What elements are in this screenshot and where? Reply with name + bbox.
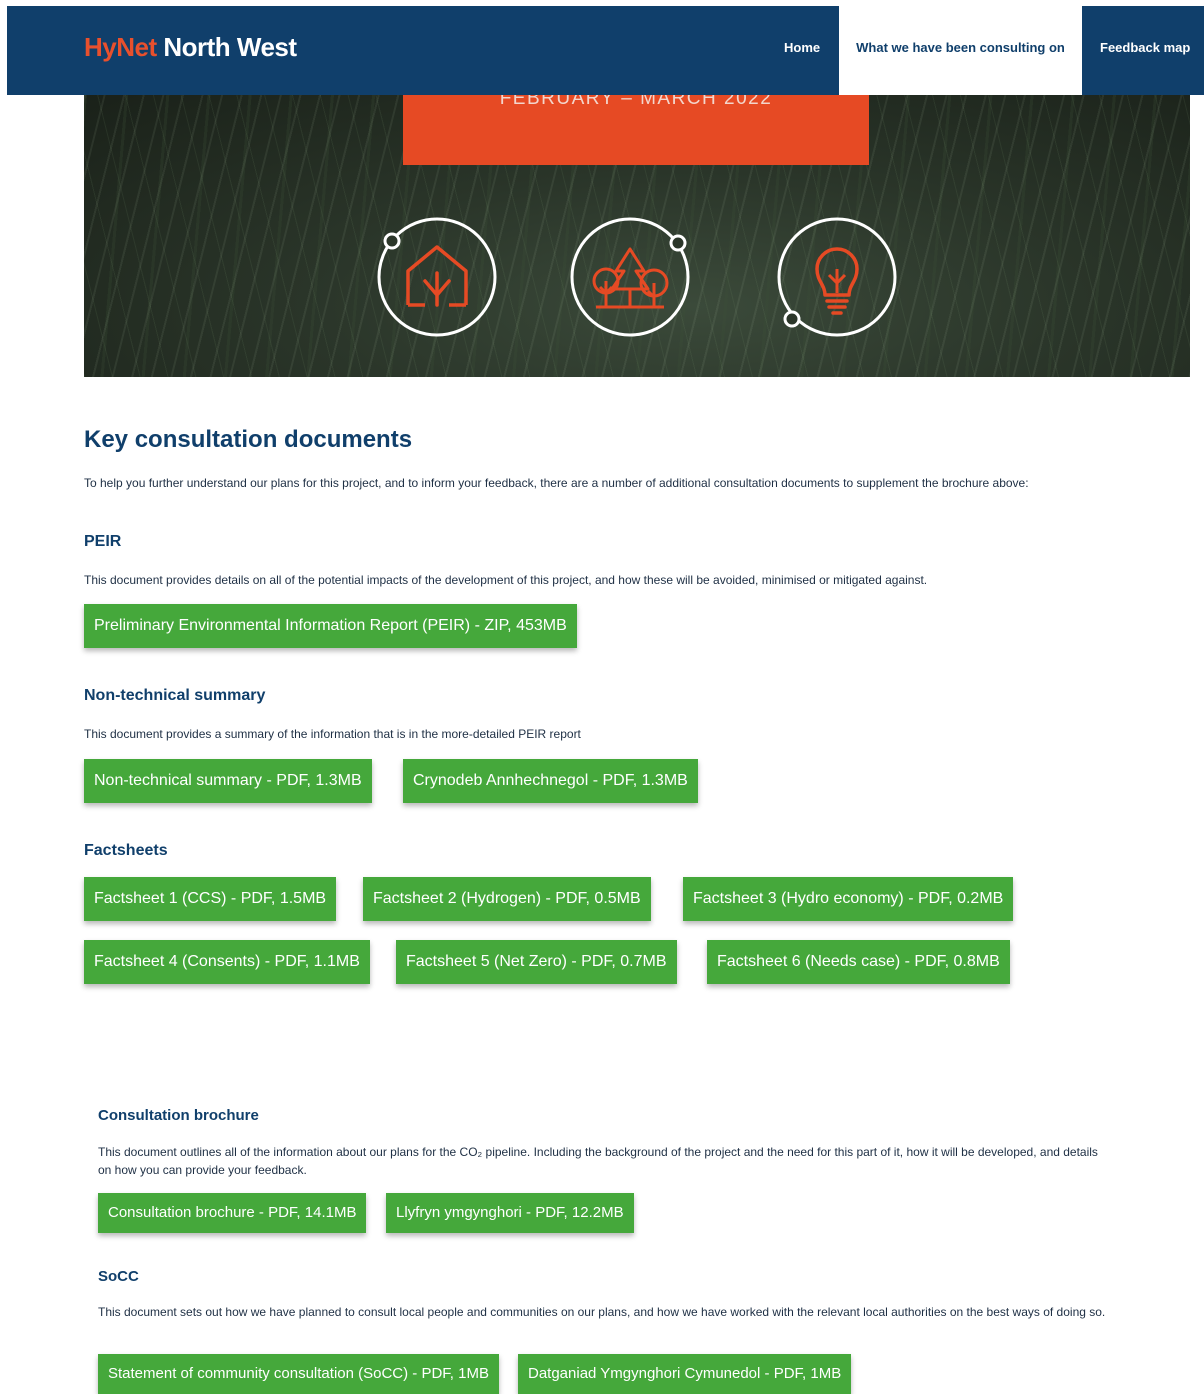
nts-welsh-download-button[interactable]: Crynodeb Annhechnegol - PDF, 1.3MB <box>403 759 698 803</box>
hero-date-text: FEBRUARY – MARCH 2022 <box>499 95 773 109</box>
brochure-description: This document outlines all of the inform… <box>98 1145 1098 1177</box>
nav-home-link[interactable]: Home <box>784 6 820 95</box>
section-title: Key consultation documents <box>84 426 413 453</box>
nav-consulting-link[interactable]: What we have been consulting on <box>839 6 1082 95</box>
hero-date-banner: FEBRUARY – MARCH 2022 <box>403 95 869 165</box>
socc-heading: SoCC <box>98 1268 139 1285</box>
lightbulb-icon <box>777 217 897 337</box>
brochure-welsh-download-button[interactable]: Llyfryn ymgynghori - PDF, 12.2MB <box>386 1193 634 1233</box>
socc-english-download-button[interactable]: Statement of community consultation (SoC… <box>98 1354 499 1394</box>
logo-hynet-text: HyNet <box>84 32 157 62</box>
brochure-heading: Consultation brochure <box>98 1107 259 1124</box>
nts-english-download-button[interactable]: Non-technical summary - PDF, 1.3MB <box>84 759 372 803</box>
factsheet-6-download-button[interactable]: Factsheet 6 (Needs case) - PDF, 0.8MB <box>707 940 1010 984</box>
peir-zip-download-button[interactable]: Preliminary Environmental Information Re… <box>84 604 577 648</box>
site-logo[interactable]: HyNet North West <box>84 32 297 63</box>
factsheet-3-download-button[interactable]: Factsheet 3 (Hydro economy) - PDF, 0.2MB <box>683 877 1014 921</box>
intro-text: To help you further understand our plans… <box>84 476 1029 490</box>
brochure-english-download-button[interactable]: Consultation brochure - PDF, 14.1MB <box>98 1193 367 1233</box>
socc-description: This document sets out how we have plann… <box>98 1305 1106 1319</box>
factsheet-1-download-button[interactable]: Factsheet 1 (CCS) - PDF, 1.5MB <box>84 877 337 921</box>
trees-icon <box>570 217 690 337</box>
logo-region-text: North West <box>156 32 297 62</box>
factsheet-4-download-button[interactable]: Factsheet 4 (Consents) - PDF, 1.1MB <box>84 940 370 984</box>
peir-description: This document provides details on all of… <box>84 573 928 587</box>
house-arrow-icon <box>377 217 497 337</box>
nts-heading: Non-technical summary <box>84 687 266 704</box>
nts-description: This document provides a summary of the … <box>84 727 581 741</box>
factsheet-5-download-button[interactable]: Factsheet 5 (Net Zero) - PDF, 0.7MB <box>396 940 677 984</box>
factsheets-heading: Factsheets <box>84 842 168 859</box>
socc-welsh-download-button[interactable]: Datganiad Ymgynghori Cymunedol - PDF, 1M… <box>518 1354 852 1394</box>
nav-feedback-map-link[interactable]: Feedback map <box>1100 6 1190 95</box>
hero-image: FEBRUARY – MARCH 2022 <box>84 95 1190 377</box>
peir-heading: PEIR <box>84 533 122 550</box>
factsheet-2-download-button[interactable]: Factsheet 2 (Hydrogen) - PDF, 0.5MB <box>363 877 651 921</box>
site-header: HyNet North West Home What we have been … <box>7 6 1204 95</box>
